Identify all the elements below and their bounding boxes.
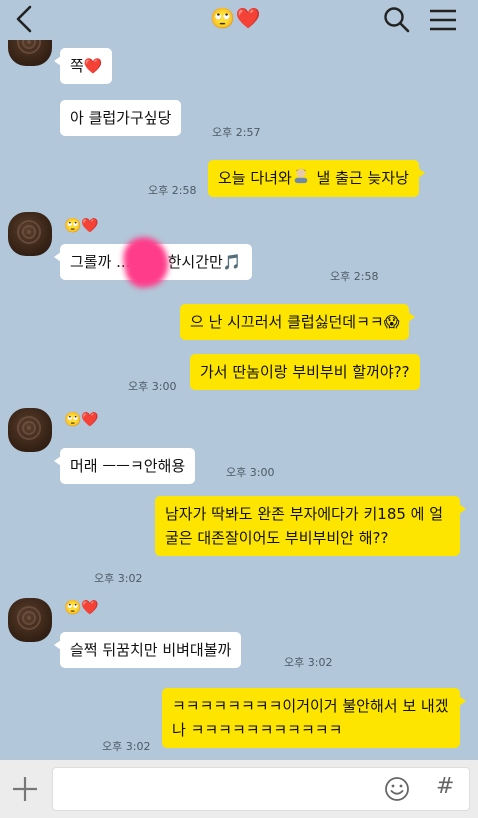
- message-text: 오늘 다녀와: [218, 169, 292, 187]
- message-bubble: 오늘 다녀와 낼 출근 늦자낭: [208, 160, 425, 197]
- sender-name: 🙄❤️: [64, 412, 99, 428]
- message-bubble: 쪽❤️: [53, 48, 113, 84]
- message-time: 오후 2:58: [330, 270, 379, 283]
- pink-censor-mark: [119, 233, 173, 291]
- message-bubble: 아 클럽가구싶당: [60, 100, 182, 136]
- chat-title: 🙄❤️: [210, 6, 262, 30]
- message-time: 오후 3:00: [128, 380, 177, 393]
- message-bubble: 머래 ㅡㅡㅋ안해용: [53, 448, 196, 484]
- search-icon[interactable]: [382, 6, 412, 34]
- plus-icon[interactable]: [10, 774, 40, 804]
- message-time: 오후 2:58: [148, 184, 197, 197]
- hamburger-menu-icon[interactable]: [428, 8, 458, 32]
- chat-header: 🙄❤️: [0, 0, 478, 40]
- person-emoji-icon: [292, 166, 312, 191]
- message-bubble: 남자가 딱봐도 완존 부자에다가 키185 에 얼굴은 대존잘이어도 부비부비안…: [155, 496, 466, 556]
- message-time: 오후 3:02: [284, 656, 333, 669]
- message-time: 오후 3:00: [226, 466, 275, 479]
- message-bubble: ㅋㅋㅋㅋㅋㅋㅋㅋ이거이거 불안해서 보 내겠나 ㅋㅋㅋㅋㅋㅋㅋㅋㅋㅋㅋ: [162, 688, 466, 748]
- avatar[interactable]: [8, 598, 52, 642]
- sender-name: 🙄❤️: [64, 600, 99, 616]
- message-bubble: 으 난 시끄러서 클럽싫던데ㅋㅋ😱: [180, 304, 416, 340]
- hash-icon[interactable]: #: [436, 774, 454, 799]
- message-bubble: 슬쩍 뒤꿈치만 비벼대볼까: [53, 632, 242, 668]
- message-bubble: 가서 딴놈이랑 부비부비 할꺼야??: [190, 354, 420, 390]
- message-time: 오후 2:57: [212, 126, 261, 139]
- sender-name: 🙄❤️: [64, 218, 99, 234]
- avatar[interactable]: [8, 408, 52, 452]
- smile-icon[interactable]: [384, 776, 410, 802]
- message-text: 낼 출근 늦자낭: [311, 169, 409, 187]
- message-input-bar: #: [0, 760, 478, 818]
- message-time: 오후 3:02: [94, 572, 143, 585]
- avatar[interactable]: [8, 212, 52, 256]
- back-arrow-icon[interactable]: [10, 4, 38, 34]
- message-time: 오후 3:02: [102, 740, 151, 753]
